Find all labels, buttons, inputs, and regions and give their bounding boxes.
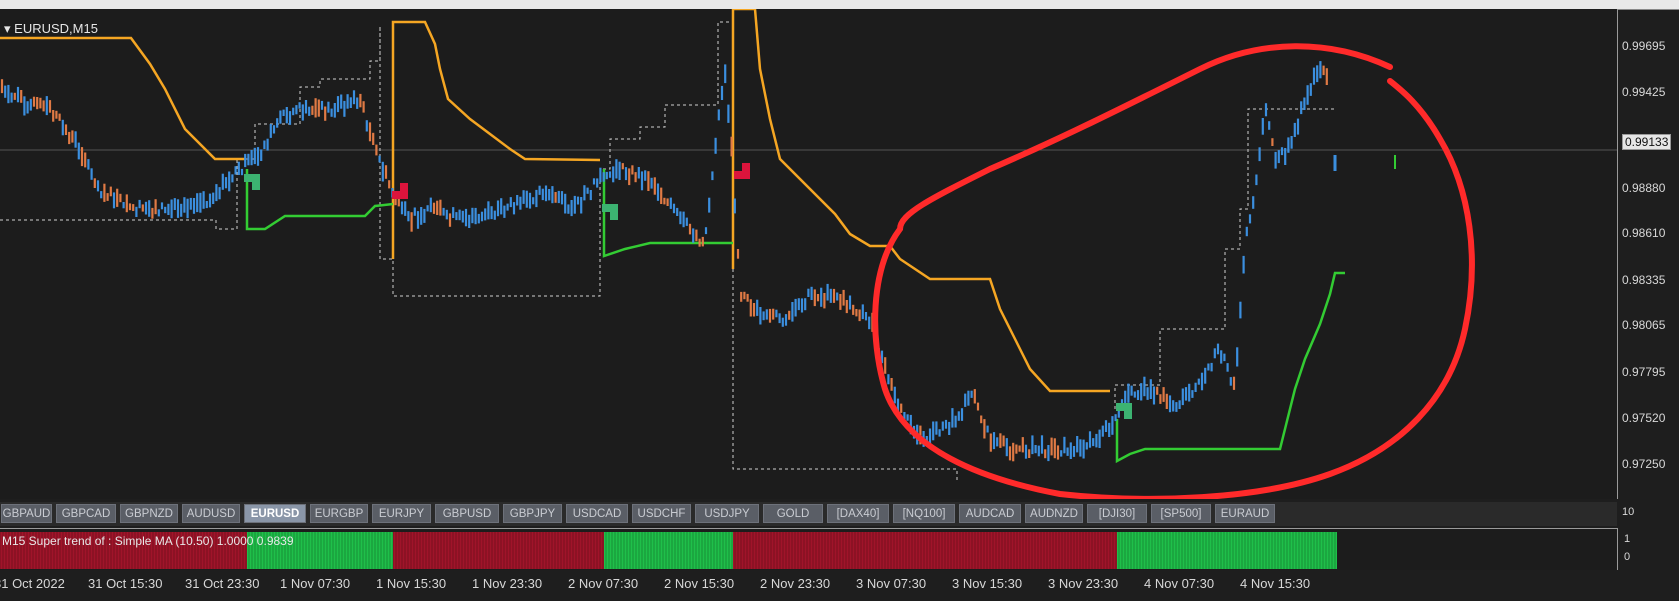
- time-axis: 31 Oct 2022 31 Oct 15:30 31 Oct 23:30 1 Nov…: [0, 572, 1679, 601]
- time-tick: 3 Nov 15:30: [952, 576, 1023, 591]
- upper-band-line-3: [731, 9, 1110, 393]
- tab-nq100[interactable]: [NQ100]: [893, 504, 955, 523]
- indicator-axis-top: 10: [1622, 506, 1635, 518]
- price-tick: 0.98335: [1622, 273, 1666, 287]
- tab-gbpnzd[interactable]: GBPNZD: [120, 504, 178, 523]
- time-tick: 31 Oct 15:30: [88, 576, 163, 591]
- time-tick: 2 Nov 07:30: [568, 576, 639, 591]
- chevron-down-icon[interactable]: ▾: [4, 21, 11, 36]
- tab-gbpcad[interactable]: GBPCAD: [56, 504, 116, 523]
- tab-eurgbp[interactable]: EURGBP: [310, 504, 368, 523]
- time-tick: 1 Nov 07:30: [280, 576, 351, 591]
- indicator-label: M15 Super trend of : Simple MA (10.50) 1…: [2, 534, 294, 548]
- price-tick: 0.98880: [1622, 181, 1666, 195]
- indicator-axis-one: 1: [1624, 533, 1631, 545]
- main-chart-panel[interactable]: ▾ EURUSD,M15: [0, 9, 1618, 499]
- tab-usdcad[interactable]: USDCAD: [566, 504, 628, 523]
- price-tick: 0.98610: [1622, 226, 1666, 240]
- tab-euraud[interactable]: EURAUD: [1215, 504, 1275, 523]
- time-tick: 2 Nov 23:30: [760, 576, 831, 591]
- price-tick: 0.99695: [1622, 39, 1666, 53]
- lower-band-line-3: [1115, 271, 1345, 464]
- upper-band-line-2: [391, 20, 601, 259]
- price-axis: 0.99695 0.99425 0.99133 0.98880 0.98610 0.983…: [1618, 9, 1679, 499]
- price-chart: [0, 9, 1617, 499]
- tab-audcad[interactable]: AUDCAD: [959, 504, 1021, 523]
- trail-line-3: [1114, 108, 1335, 409]
- tab-usdchf[interactable]: USDCHF: [632, 504, 691, 523]
- price-tick: 0.97520: [1622, 411, 1666, 425]
- time-tick: 4 Nov 07:30: [1144, 576, 1215, 591]
- time-tick: 3 Nov 23:30: [1048, 576, 1119, 591]
- symbol-name: EURUSD,M15: [14, 21, 98, 36]
- tab-gbpusd[interactable]: GBPUSD: [435, 504, 499, 523]
- sell-arrow-icon: [724, 153, 750, 179]
- time-tick: 3 Nov 07:30: [856, 576, 927, 591]
- time-tick: 31 Oct 2022: [0, 576, 65, 591]
- tab-audnzd[interactable]: AUDNZD: [1025, 504, 1083, 523]
- price-tick: 0.99425: [1622, 85, 1666, 99]
- tab-audusd[interactable]: AUDUSD: [182, 504, 240, 523]
- tab-sp500[interactable]: [SP500]: [1151, 504, 1211, 523]
- time-tick: 1 Nov 15:30: [376, 576, 447, 591]
- tab-eurjpy[interactable]: EURJPY: [372, 504, 431, 523]
- time-tick: 2 Nov 15:30: [664, 576, 735, 591]
- indicator-axis-zero: 0: [1624, 551, 1631, 563]
- tab-dji30[interactable]: [DJI30]: [1087, 504, 1147, 523]
- tab-gold[interactable]: GOLD: [763, 504, 823, 523]
- tab-eurusd[interactable]: EURUSD: [244, 504, 306, 523]
- price-tick: 0.97795: [1622, 365, 1666, 379]
- symbol-label[interactable]: ▾ EURUSD,M15: [4, 21, 98, 37]
- indicator-axis: 10 1 0: [1618, 506, 1679, 570]
- trail-line: [0, 21, 730, 297]
- annotation-circle: [872, 43, 1475, 499]
- candles-group: [0, 61, 1328, 462]
- time-tick: 1 Nov 23:30: [472, 576, 543, 591]
- tab-gbpjpy[interactable]: GBPJPY: [503, 504, 562, 523]
- tab-usdjpy[interactable]: USDJPY: [695, 504, 759, 523]
- lower-band-line: [245, 169, 394, 231]
- symbol-tabs-bar: GBPAUD GBPCAD GBPNZD AUDUSD EURUSD EURGBP EURJ…: [0, 502, 1617, 526]
- time-tick: 31 Oct 23:30: [185, 576, 260, 591]
- price-tick: 0.98065: [1622, 318, 1666, 332]
- time-tick: 4 Nov 15:30: [1240, 576, 1311, 591]
- price-tick: 0.97250: [1622, 457, 1666, 471]
- lower-band-line-2: [602, 169, 733, 258]
- tab-gbpaud[interactable]: GBPAUD: [1, 504, 52, 523]
- tab-dax40[interactable]: [DAX40]: [827, 504, 889, 523]
- price-tick: 0.99133: [1622, 134, 1672, 150]
